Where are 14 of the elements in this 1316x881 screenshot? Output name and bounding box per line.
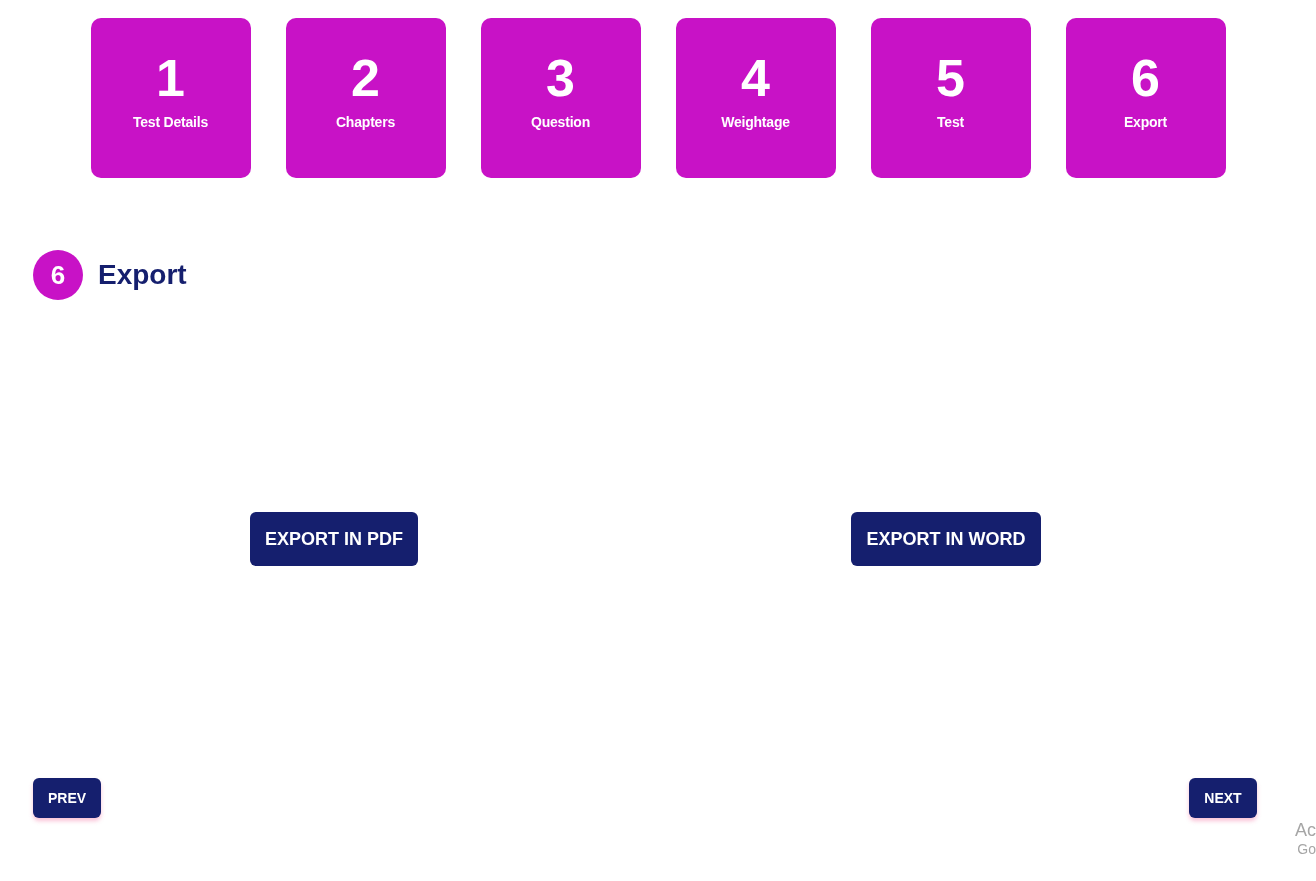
step-tab[interactable]: 3 Question [480,18,641,178]
section-number-badge: 6 [33,250,83,300]
prev-button[interactable]: PREV [33,778,101,818]
step-tab[interactable]: 5 Test [870,18,1031,178]
export-pdf-button[interactable]: EXPORT IN PDF [250,512,418,566]
step-tab[interactable]: 4 Weightage [675,18,836,178]
step-tab[interactable]: 2 Chapters [285,18,446,178]
export-word-button[interactable]: EXPORT IN WORD [851,512,1041,566]
activation-notice-text: Go [1296,840,1316,857]
activation-notice-title: Ac [1295,820,1316,841]
next-button[interactable]: NEXT [1189,778,1257,818]
step-tab[interactable]: 1 Test Details [90,18,251,178]
step-tab[interactable]: 6 Export [1065,18,1226,178]
section-title: Export [98,258,187,292]
